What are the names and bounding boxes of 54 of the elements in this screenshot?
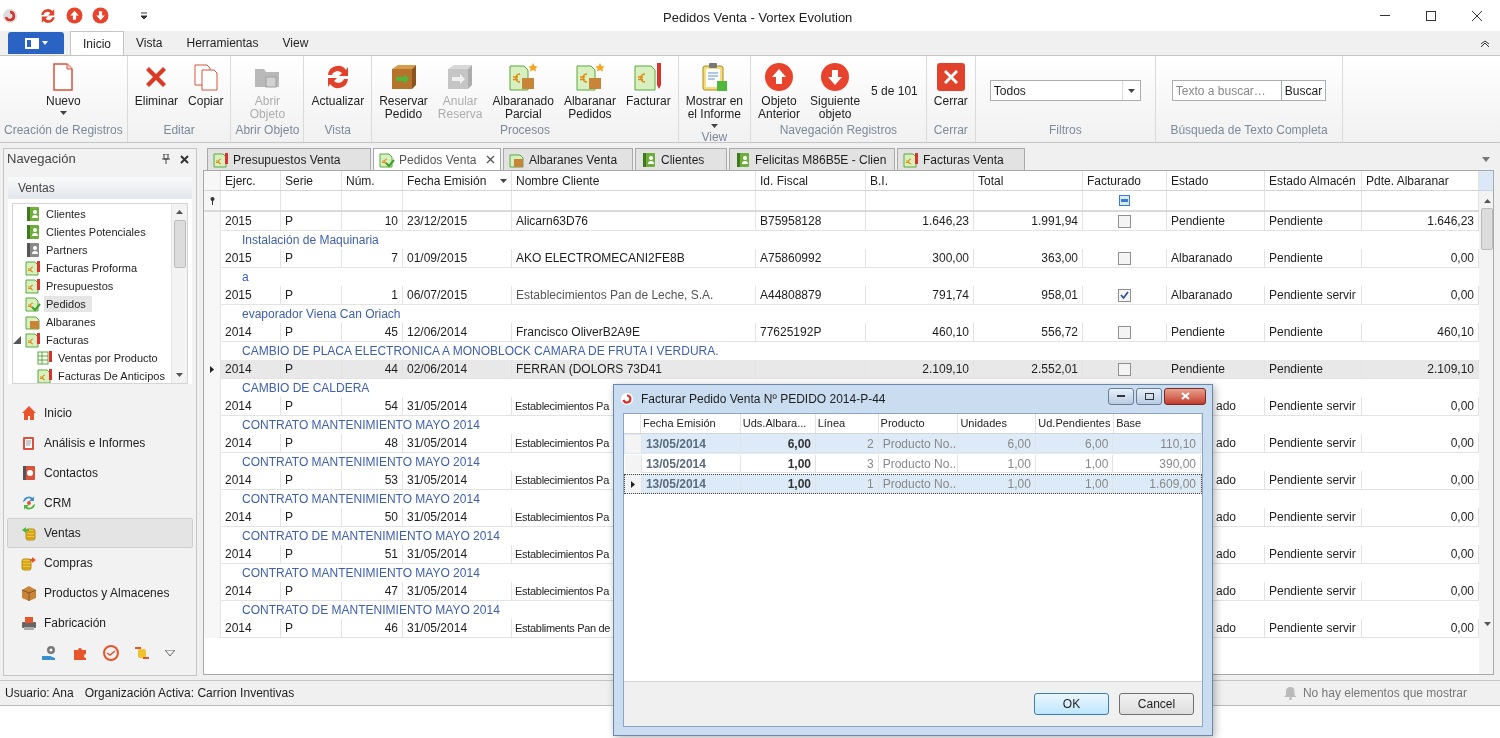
status-text: Usuario: Ana <box>5 685 74 702</box>
row-note: Instalación de Maquinaria <box>241 232 379 249</box>
table-cell: 110,10 <box>1113 435 1201 453</box>
table-cell: 1,00 <box>958 475 1036 493</box>
panel-title: Navegación <box>7 150 76 169</box>
table-cell: 6,00 <box>741 435 816 453</box>
table-cell: 390,00 <box>1113 455 1201 473</box>
table-cell: 1,00 <box>1035 455 1114 473</box>
table-cell: 31/05/2014 <box>403 619 512 638</box>
table-cell: 3 <box>816 455 879 473</box>
table-cell: 6,00 <box>958 435 1036 453</box>
ribbon-group-label: Creación de Registros <box>4 122 123 139</box>
group-header: Ventas <box>8 177 192 199</box>
row-note: CONTRATO MANTENIMIENTO MAYO 2014 <box>241 454 480 471</box>
row-note: CONTRATO DE MANTENIMIENTO MAYO 2014 <box>241 528 500 545</box>
table-cell: 2 <box>816 435 879 453</box>
record-counter: 5 de 101 <box>870 83 919 100</box>
row-note: CONTRATO MANTENIMIENTO MAYO 2014 <box>241 417 480 434</box>
table-cell: 1.609,00 <box>1113 475 1201 493</box>
table-cell: Producto No... <box>878 435 959 453</box>
ribbon-group-label: Editar <box>163 122 195 139</box>
table-cell: 1,00 <box>741 455 816 473</box>
status-text: Organización Activa: Carrion Inventivas <box>84 685 295 702</box>
ribbon-group-label: Cerrar <box>933 122 968 139</box>
table-cell: Producto No... <box>878 475 959 493</box>
row-note: a <box>241 269 249 286</box>
table-cell: 1,00 <box>741 475 816 493</box>
ribbon-group-label: Filtros <box>1048 122 1082 139</box>
ribbon-group-label: Vista <box>324 122 352 139</box>
row-note: CAMBIO DE CALDERA <box>241 380 370 397</box>
notification-text: No hay elementos que mostrar <box>1302 685 1467 702</box>
table-cell: Producto No... <box>878 455 959 473</box>
table-cell: 1,00 <box>958 455 1036 473</box>
ribbon-group-label: Abrir Objeto <box>235 122 300 139</box>
table-cell: 1 <box>816 475 879 493</box>
table-cell: 6,00 <box>1035 435 1114 453</box>
window-title: Pedidos Venta - Vortex Evolution <box>663 9 853 27</box>
table-cell: P <box>281 619 342 638</box>
row-note: CONTRATO MANTENIMIENTO MAYO 2014 <box>241 565 480 582</box>
table-cell: 13/05/2014 <box>641 475 742 493</box>
row-note: CONTRATO MANTENIMIENTO MAYO 2014 <box>241 491 480 508</box>
ribbon-group-label: Búsqueda de Texto Completa <box>1170 122 1328 139</box>
table-cell: 13/05/2014 <box>641 435 742 453</box>
row-note: CAMBIO DE PLACA ELECTRONICA A MONOBLOCK CAMARA DE FRUTA I VERDURA. <box>241 343 719 360</box>
table-cell: Pendiente servir <box>1265 619 1362 638</box>
row-note: evaporador Viena Can Oriach <box>241 306 401 323</box>
row-note: CONTRATO DE MANTENIMIENTO MAYO 2014 <box>241 602 500 619</box>
ribbon-group-label: Procesos <box>499 122 550 139</box>
ribbon-group-label: View <box>701 129 728 146</box>
ribbon-group-label: Navegación Registros <box>779 122 898 139</box>
table-cell: 2014 <box>221 619 281 638</box>
table-cell: 13/05/2014 <box>641 455 742 473</box>
table-cell: 46 <box>342 619 403 638</box>
table-cell: 1,00 <box>1035 475 1114 493</box>
